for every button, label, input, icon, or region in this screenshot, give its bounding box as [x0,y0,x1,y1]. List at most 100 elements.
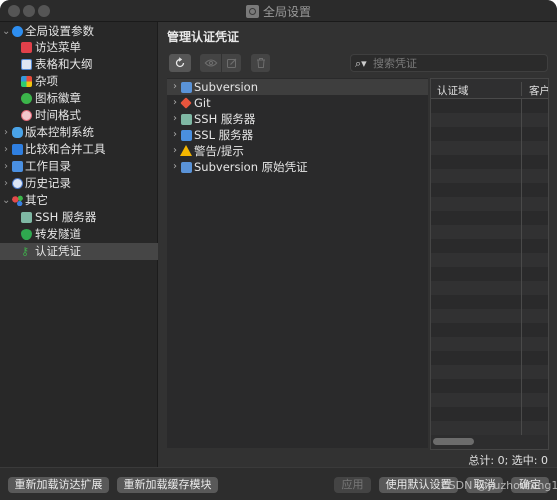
settings-window: 全局设置 ⌄ 全局设置参数 访达菜单 表格和大纲 杂项 图标徽章 时间格式 › … [0,0,557,500]
empty-table-row [431,365,548,379]
sidebar-item-diff-merge[interactable]: › 比较和合并工具 [0,141,158,158]
chevron-right-icon[interactable]: › [171,79,179,95]
empty-table-row [431,281,548,295]
apply-button[interactable]: 应用 [334,477,371,493]
sidebar-item-label: 历史记录 [25,176,71,190]
table-header: 认证域 客户端 [431,79,548,99]
column-divider-line [521,99,522,435]
sidebar-item-finder-menu[interactable]: 访达菜单 [0,39,158,56]
sidebar-item-icon-badges[interactable]: 图标徽章 [0,90,158,107]
empty-table-row [431,183,548,197]
empty-table-row [431,141,548,155]
chevron-right-icon[interactable]: › [171,143,179,159]
chevron-right-icon[interactable]: › [171,159,179,175]
credential-item-warning[interactable]: › 警告/提示 [167,143,428,159]
empty-table-row [431,393,548,407]
column-divider[interactable] [521,82,522,96]
sidebar-item-forward-tunnel[interactable]: 转发隧道 [0,226,158,243]
refresh-icon [175,57,185,68]
credential-label: Subversion 原始凭证 [194,160,308,174]
empty-table-row [431,113,548,127]
chevron-right-icon[interactable]: › [2,158,10,175]
credential-tree: › Subversion › Git › SSH 服务器 › SSL 服务器 ›… [167,78,428,448]
empty-table-row [431,99,548,113]
chevron-right-icon[interactable]: › [2,141,10,158]
sidebar-item-working-dir[interactable]: › 工作目录 [0,158,158,175]
sidebar-item-global-params[interactable]: ⌄ 全局设置参数 [0,23,158,40]
chevron-right-icon[interactable]: › [171,111,179,127]
chevron-down-icon[interactable]: ⌄ [2,23,10,40]
subversion-icon [181,82,192,93]
subversion-icon [181,162,192,173]
search-field[interactable]: ⌕▾ [350,54,548,72]
column-header-client[interactable]: 客户端 [529,83,548,98]
empty-table-row [431,323,548,337]
empty-table-row [431,127,548,141]
reload-finder-extension-button[interactable]: 重新加载访达扩展 [8,477,109,493]
search-input[interactable] [373,56,543,71]
sidebar-item-misc[interactable]: 杂项 [0,73,158,90]
trash-icon [256,58,265,68]
clock-icon [21,110,32,121]
edit-button[interactable] [222,54,241,72]
empty-table-row [431,197,548,211]
sidebar-item-table-outline[interactable]: 表格和大纲 [0,56,158,73]
sidebar-item-history[interactable]: › 历史记录 [0,175,158,192]
empty-table-row [431,421,548,435]
ssh-server-icon [181,114,192,125]
credential-label: Git [194,96,211,110]
chevron-right-icon[interactable]: › [171,127,179,143]
chevron-right-icon[interactable]: › [2,124,10,141]
repository-icon [12,127,23,138]
credential-item-subversion[interactable]: › Subversion [167,79,428,95]
badge-icon [21,93,32,104]
horizontal-scrollbar[interactable] [431,435,548,449]
search-icon: ⌕▾ [355,57,367,70]
sidebar-item-label: 比较和合并工具 [25,142,106,156]
column-header-auth-realm[interactable]: 认证域 [437,83,469,98]
credential-table: 认证域 客户端 [430,78,549,450]
empty-table-row [431,239,548,253]
key-icon: ⚷ [21,245,30,258]
app-settings-icon [245,5,259,18]
empty-table-row [431,407,548,421]
sidebar-item-label: 版本控制系统 [25,125,94,139]
credential-item-ssl-server[interactable]: › SSL 服务器 [167,127,428,143]
credential-item-git[interactable]: › Git [167,95,428,111]
sidebar-item-label: 工作目录 [25,159,71,173]
folder-icon [12,161,23,172]
empty-table-row [431,337,548,351]
delete-button[interactable] [251,54,270,72]
history-icon [12,178,23,189]
sidebar-item-credentials[interactable]: ⚷ 认证凭证 [0,243,158,260]
empty-table-row [431,225,548,239]
misc-icon [21,76,32,87]
view-button[interactable] [200,54,221,72]
sidebar-item-label: SSH 服务器 [35,210,97,224]
sidebar-item-label: 图标徽章 [35,91,81,105]
sidebar-item-other[interactable]: ⌄ 其它 [0,192,158,209]
chevron-right-icon[interactable]: › [171,95,179,111]
credential-label: Subversion [194,80,259,94]
credential-item-subversion-raw[interactable]: › Subversion 原始凭证 [167,159,428,175]
credential-label: SSH 服务器 [194,112,256,126]
gear-icon [12,26,23,37]
other-icon [12,195,23,206]
watermark: CSDN @yuzhoufeng121 [441,479,557,492]
empty-table-row [431,267,548,281]
sidebar-item-version-control[interactable]: › 版本控制系统 [0,124,158,141]
sidebar-item-ssh-server[interactable]: SSH 服务器 [0,209,158,226]
ssl-server-icon [181,130,192,141]
scrollbar-thumb[interactable] [433,438,474,445]
sidebar-item-label: 全局设置参数 [25,24,94,38]
chevron-down-icon[interactable]: ⌄ [2,192,10,209]
window-title-text: 全局设置 [262,5,311,19]
credential-item-ssh-server[interactable]: › SSH 服务器 [167,111,428,127]
window-title: 全局设置 [0,3,557,20]
chevron-right-icon[interactable]: › [2,175,10,192]
refresh-button[interactable] [169,54,191,72]
compare-icon [12,144,23,155]
reload-cache-module-button[interactable]: 重新加载缓存模块 [117,477,218,493]
title-bar: 全局设置 [0,0,557,22]
sidebar-item-time-format[interactable]: 时间格式 [0,107,158,124]
